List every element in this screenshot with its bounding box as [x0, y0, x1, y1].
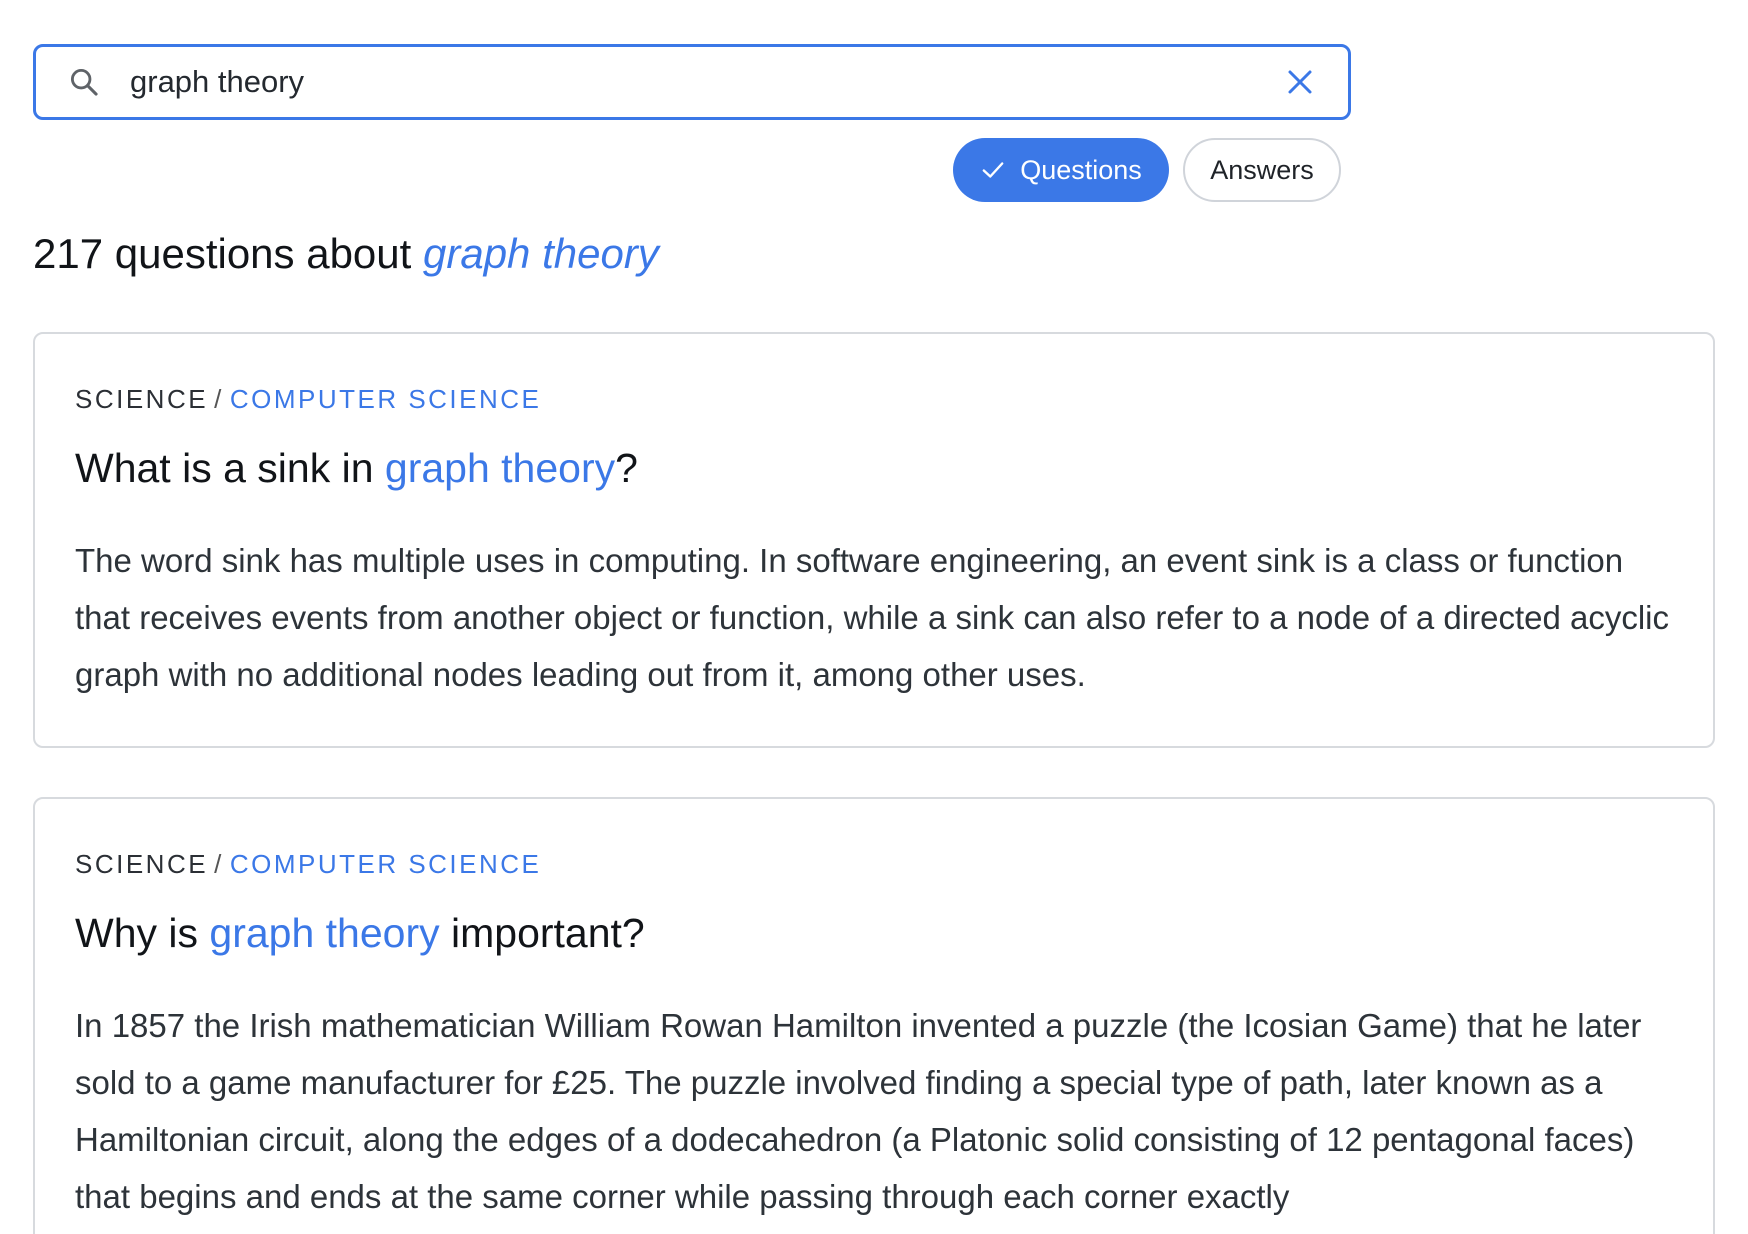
result-excerpt: In 1857 the Irish mathematician William …	[75, 1007, 1642, 1215]
breadcrumb: SCIENCE / COMPUTER SCIENCE	[75, 384, 1673, 415]
breadcrumb-category[interactable]: SCIENCE	[75, 384, 208, 414]
search-box[interactable]	[33, 44, 1351, 120]
close-icon[interactable]	[1280, 62, 1320, 102]
result-title-highlight: graph theory	[384, 445, 616, 491]
results-heading: 217 questions about graph theory	[33, 230, 659, 278]
check-icon	[980, 156, 1008, 184]
breadcrumb-subcategory[interactable]: COMPUTER SCIENCE	[230, 849, 542, 879]
breadcrumb: SCIENCE / COMPUTER SCIENCE	[75, 849, 1673, 880]
search-input[interactable]	[130, 52, 1280, 112]
result-title-after: important?	[439, 910, 645, 956]
result-card[interactable]: SCIENCE / COMPUTER SCIENCE What is a sink …	[33, 332, 1715, 748]
result-card[interactable]: SCIENCE / COMPUTER SCIENCE Why is graph th…	[33, 797, 1715, 1234]
breadcrumb-separator: /	[214, 849, 224, 879]
breadcrumb-separator: /	[214, 384, 224, 414]
filter-chip-answers[interactable]: Answers	[1183, 138, 1341, 202]
filter-chip-questions[interactable]: Questions	[953, 138, 1169, 202]
result-title-before: What is a sink in	[75, 445, 385, 491]
results-heading-term: graph theory	[422, 230, 659, 277]
search-icon	[64, 62, 104, 102]
filter-chip-questions-label: Questions	[1020, 154, 1142, 185]
result-title-highlight: graph theory	[209, 910, 440, 956]
filter-chip-answers-label: Answers	[1210, 154, 1314, 185]
result-excerpt: The word sink has multiple uses in compu…	[75, 542, 1670, 693]
result-title[interactable]: What is a sink in graph theory?	[75, 445, 1673, 492]
result-title-before: Why is	[75, 910, 210, 956]
breadcrumb-subcategory[interactable]: COMPUTER SCIENCE	[230, 384, 542, 414]
results-heading-prefix: 217 questions about	[33, 230, 423, 277]
breadcrumb-category[interactable]: SCIENCE	[75, 849, 208, 879]
search-results-page: Questions Answers 217 questions about gr…	[0, 0, 1748, 1234]
result-title[interactable]: Why is graph theory important?	[75, 910, 1673, 957]
result-title-after: ?	[615, 445, 638, 491]
